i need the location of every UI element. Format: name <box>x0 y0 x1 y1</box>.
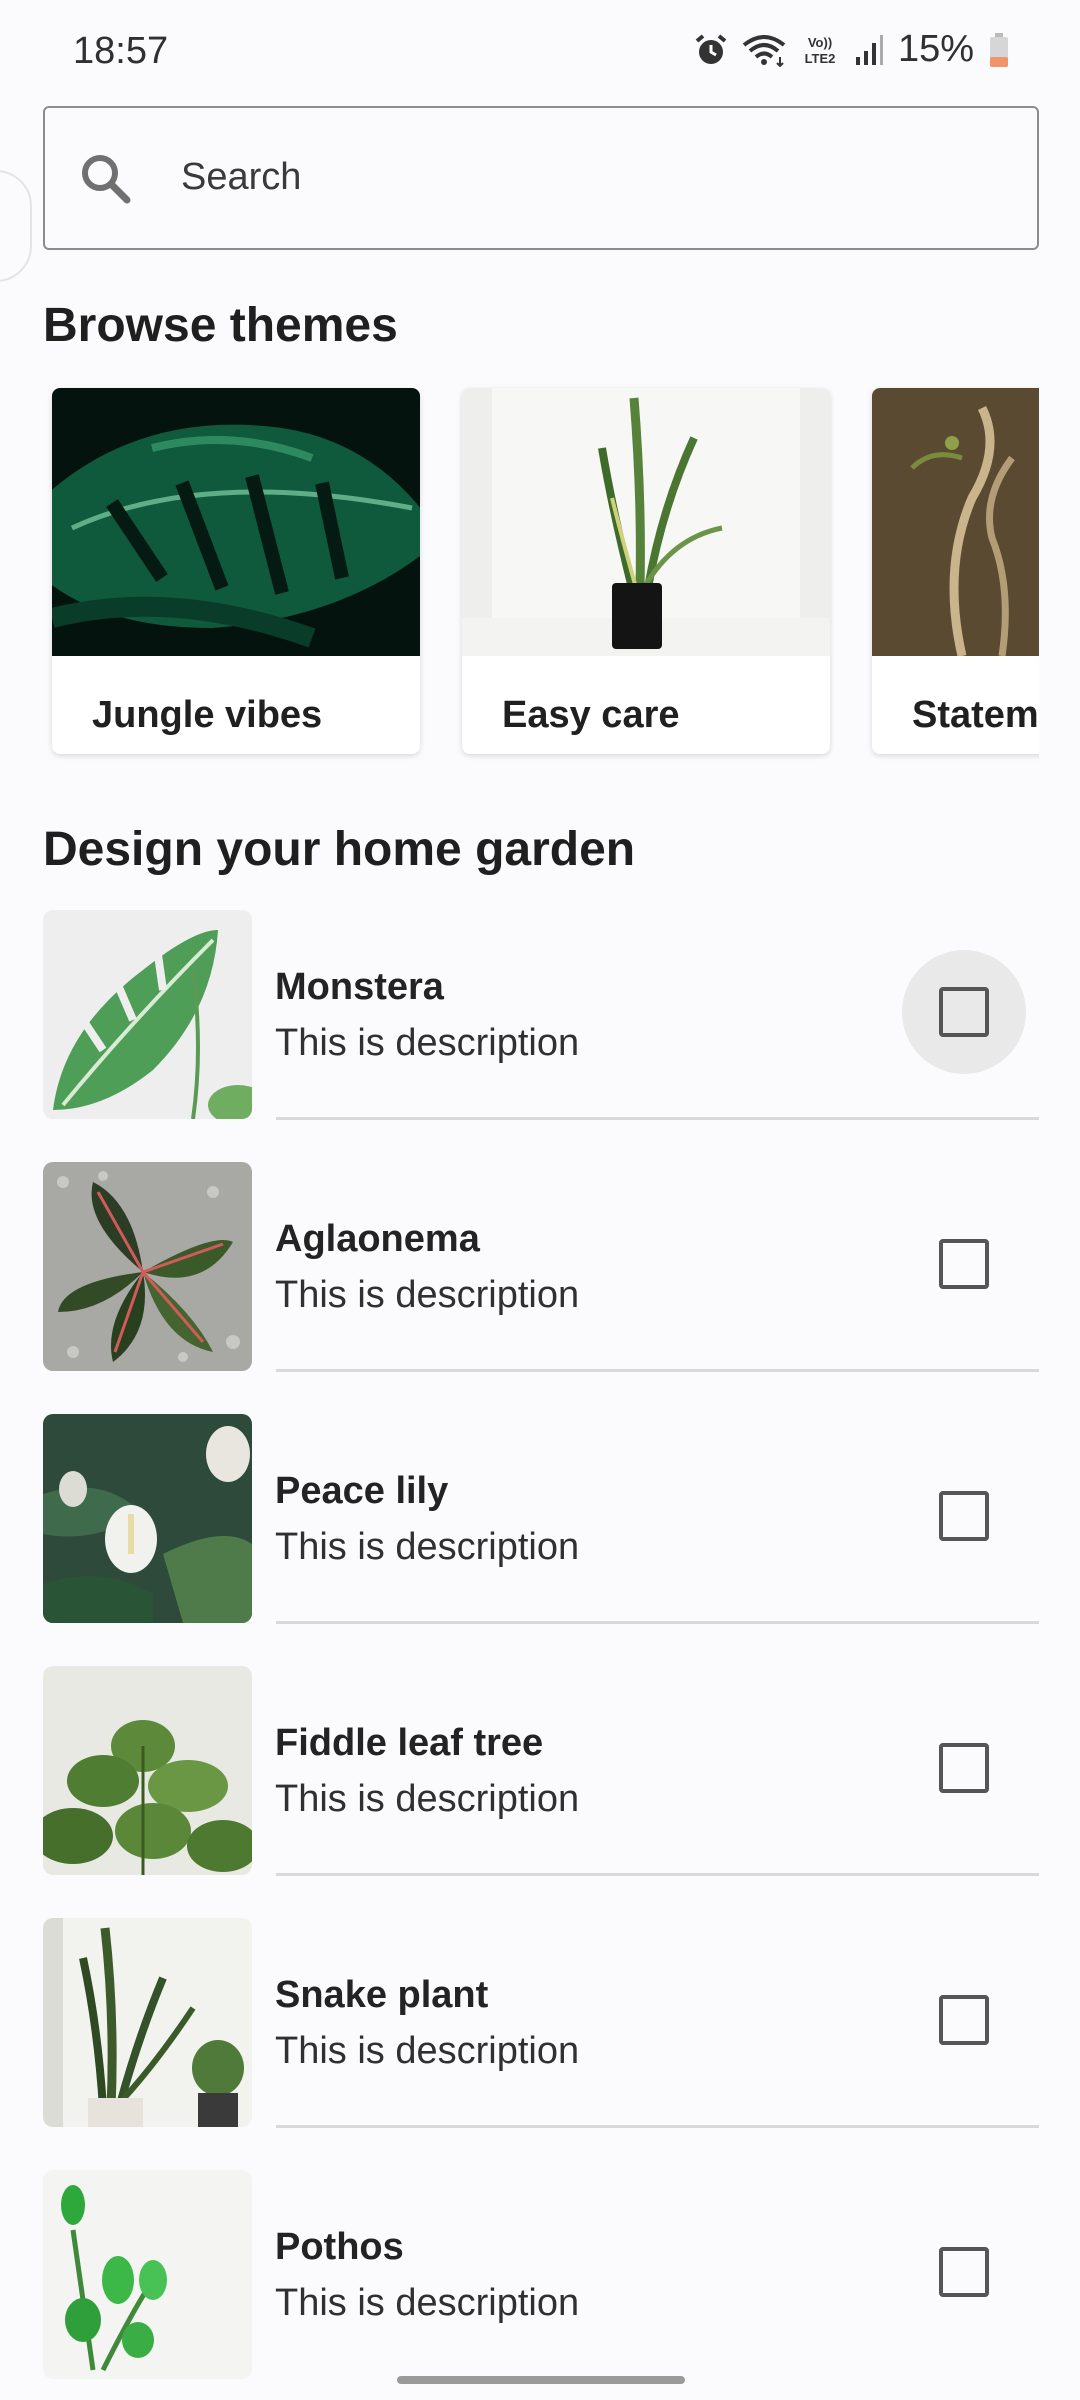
themes-carousel[interactable]: Jungle vibes Easy care Statem <box>43 380 1039 780</box>
checkbox-box <box>939 2247 989 2297</box>
pothos-checkbox[interactable] <box>902 2210 1026 2334</box>
snake-plant-checkbox[interactable] <box>902 1958 1026 2082</box>
plant-name: Monstera <box>275 966 444 1008</box>
volte-icon: Vo)) LTE2 <box>800 33 840 67</box>
checkbox-box <box>939 1491 989 1541</box>
signal-icon <box>854 33 884 67</box>
plant-name: Pothos <box>275 2226 404 2268</box>
status-icons: Vo)) LTE2 15% <box>694 28 1010 71</box>
list-item[interactable]: Aglaonema This is description <box>0 1160 1080 1412</box>
theme-label: Jungle vibes <box>92 694 323 736</box>
svg-text:LTE2: LTE2 <box>805 51 836 66</box>
plant-description: This is description <box>275 2030 580 2072</box>
divider <box>276 2125 1039 2128</box>
peace-lily-thumbnail <box>43 1414 252 1623</box>
aglaonema-thumbnail <box>43 1162 252 1371</box>
checkbox-box <box>939 1239 989 1289</box>
checkbox-box <box>939 1743 989 1793</box>
plant-name: Peace lily <box>275 1470 449 1512</box>
plant-description: This is description <box>275 1526 580 1568</box>
aglaonema-checkbox[interactable] <box>902 1202 1026 1326</box>
monstera-thumbnail <box>43 910 252 1119</box>
status-bar: 18:57 Vo)) LTE2 15% <box>0 0 1080 100</box>
wifi-icon <box>742 33 786 67</box>
theme-card-jungle-vibes[interactable]: Jungle vibes <box>52 388 420 754</box>
pothos-thumbnail <box>43 2170 252 2379</box>
peace-lily-checkbox[interactable] <box>902 1454 1026 1578</box>
snake-plant-thumbnail <box>43 1918 252 2127</box>
list-item[interactable]: Snake plant This is description <box>0 1916 1080 2168</box>
list-item[interactable]: Fiddle leaf tree This is description <box>0 1664 1080 1916</box>
status-time: 18:57 <box>73 30 169 72</box>
list-item[interactable]: Peace lily This is description <box>0 1412 1080 1664</box>
plant-description: This is description <box>275 1778 580 1820</box>
plant-name: Aglaonema <box>275 1218 480 1260</box>
divider <box>276 1873 1039 1876</box>
list-item[interactable]: Monstera This is description <box>0 908 1080 1160</box>
search-placeholder: Search <box>181 156 302 198</box>
theme-label: Easy care <box>502 694 680 736</box>
home-indicator[interactable] <box>397 2376 685 2384</box>
plant-description: This is description <box>275 2282 580 2324</box>
checkbox-box <box>939 1995 989 2045</box>
edge-panel-handle[interactable] <box>0 170 32 282</box>
browse-themes-title: Browse themes <box>43 299 398 352</box>
plant-description: This is description <box>275 1022 580 1064</box>
checkbox-box <box>939 987 989 1037</box>
design-garden-title: Design your home garden <box>43 823 636 876</box>
fiddle-leaf-tree-thumbnail <box>43 1666 252 1875</box>
theme-label: Statem <box>912 694 1039 736</box>
divider <box>276 1117 1039 1120</box>
theme-card-easy-care[interactable]: Easy care <box>462 388 830 754</box>
monstera-leaf-image <box>52 388 420 656</box>
search-icon <box>79 152 133 211</box>
plant-name: Fiddle leaf tree <box>275 1722 544 1764</box>
divider <box>276 1369 1039 1372</box>
theme-card-statement[interactable]: Statem <box>872 388 1039 754</box>
battery-icon <box>988 32 1010 68</box>
plant-name: Snake plant <box>275 1974 489 2016</box>
fiddle-leaf-tree-checkbox[interactable] <box>902 1706 1026 1830</box>
alarm-icon <box>694 33 728 67</box>
divider <box>276 1621 1039 1624</box>
battery-percentage: 15% <box>897 28 974 70</box>
monstera-checkbox[interactable] <box>902 950 1026 1074</box>
plant-description: This is description <box>275 1274 580 1316</box>
branches-image <box>872 388 1039 656</box>
search-input[interactable]: Search <box>43 106 1039 250</box>
svg-text:Vo)): Vo)) <box>808 35 832 50</box>
list-item[interactable]: Pothos This is description <box>0 2168 1080 2400</box>
snake-plant-image <box>462 388 830 656</box>
